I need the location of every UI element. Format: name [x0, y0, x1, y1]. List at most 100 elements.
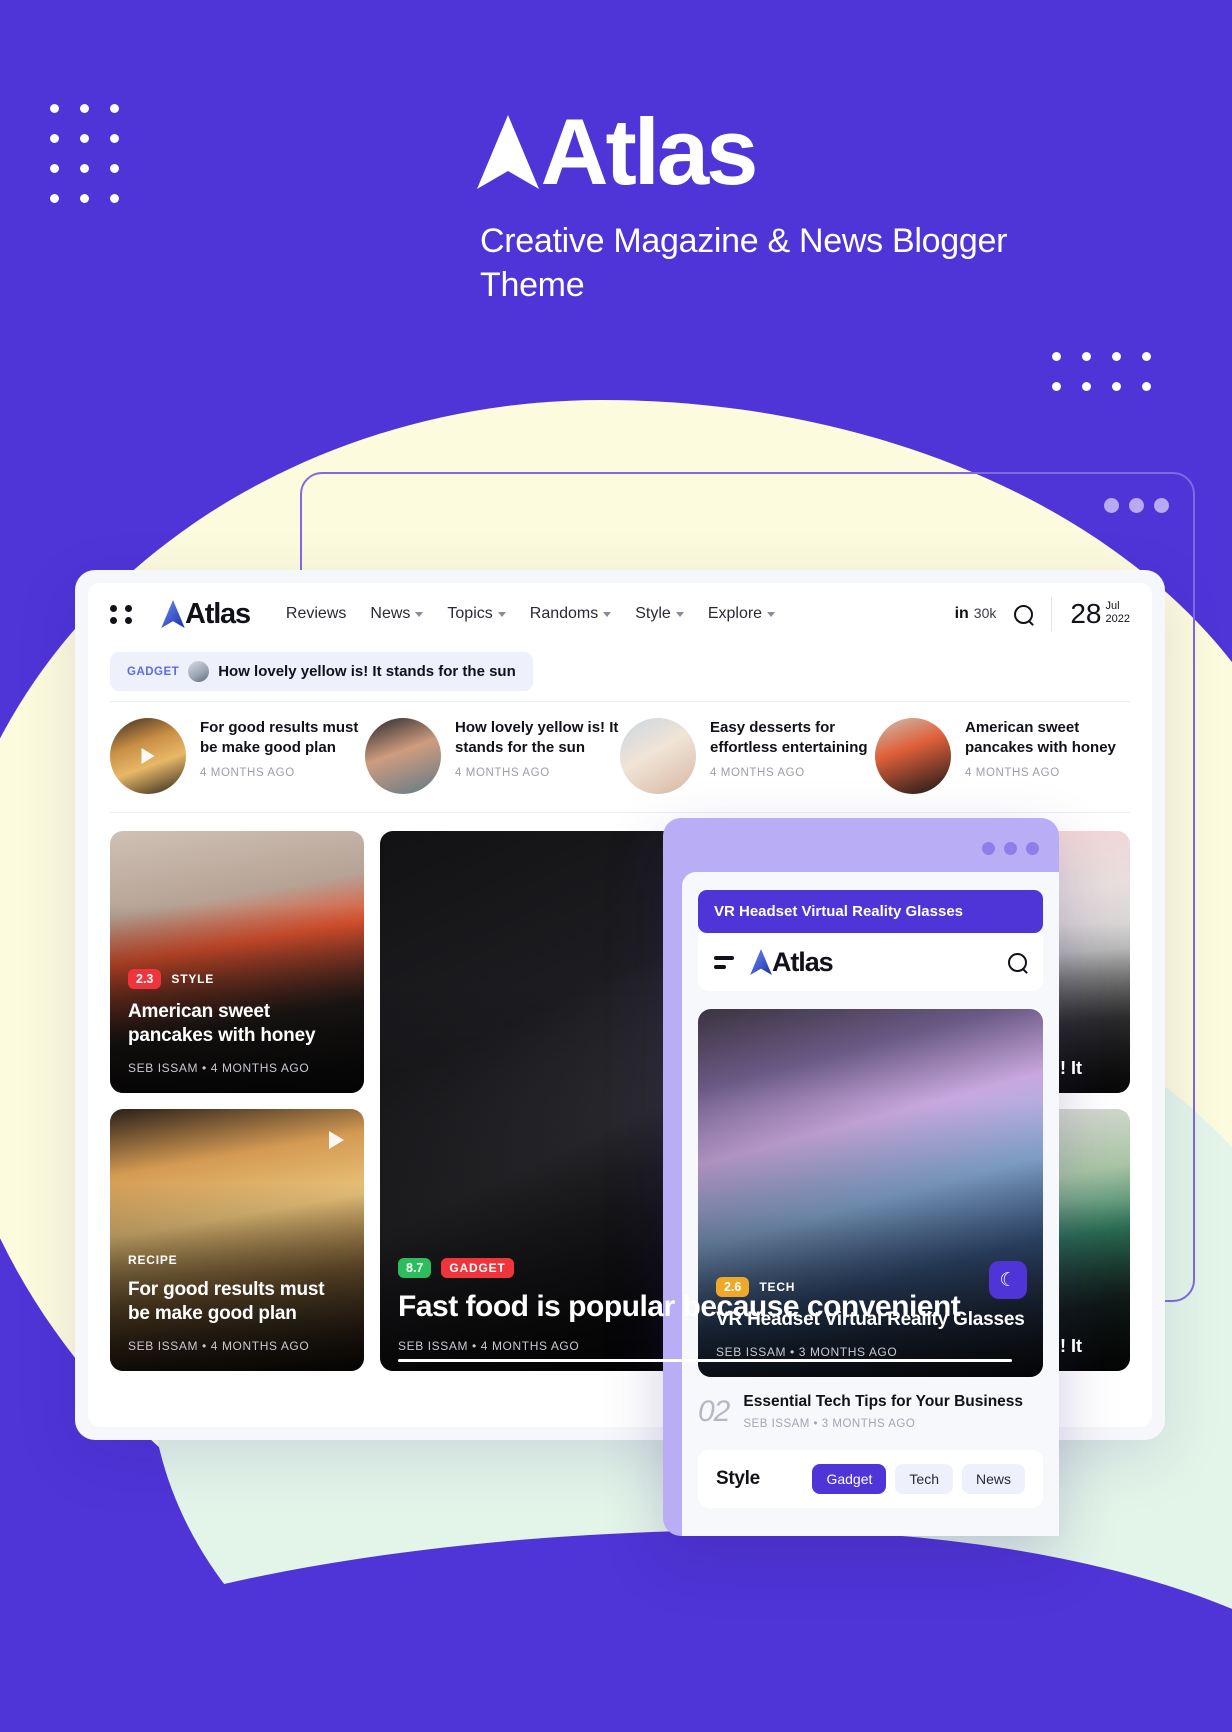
- tab-news[interactable]: News: [961, 1464, 1025, 1494]
- date-year: 2022: [1105, 612, 1130, 625]
- nav-label: Randoms: [529, 605, 599, 622]
- hero-section: Atlas Creative Magazine & News Blogger T…: [0, 0, 1232, 420]
- atlas-mountain-mark-icon: [476, 115, 539, 189]
- brand-logo: Atlas: [476, 99, 759, 204]
- tabs-heading: Style: [716, 1468, 760, 1489]
- phone-category-tabs: Style Gadget Tech News: [698, 1450, 1043, 1508]
- article-thumbnail: [365, 718, 441, 794]
- list-item-number: 02: [698, 1394, 730, 1428]
- phone-list-item[interactable]: 02 Essential Tech Tips for Your Business…: [698, 1393, 1043, 1446]
- strip-item-title: American sweet pancakes with honey: [965, 719, 1116, 756]
- window-dots: [982, 842, 1039, 855]
- article-thumbnail: [620, 718, 696, 794]
- nav-item-topics[interactable]: Topics: [447, 605, 506, 623]
- phone-hero-card[interactable]: ☾ 2.6 TECH VR Headset Virtual Reality Gl…: [698, 1009, 1043, 1377]
- phone-navbar: Atlas: [698, 933, 1043, 991]
- article-thumbnail: [110, 718, 186, 794]
- site-navbar: Atlas Reviews News Topics Randoms Style …: [88, 583, 1152, 645]
- nav-item-news[interactable]: News: [370, 605, 424, 623]
- tab-gadget[interactable]: Gadget: [812, 1464, 887, 1494]
- category-label: TECH: [759, 1279, 796, 1294]
- nav-label: Reviews: [285, 605, 347, 622]
- ticker-item[interactable]: GADGET How lovely yellow is! It stands f…: [110, 652, 533, 691]
- strip-item-title: For good results must be make good plan: [200, 719, 359, 756]
- card-title-fragment: ! It: [1060, 1058, 1082, 1078]
- rating-badge: 8.7: [398, 1258, 432, 1279]
- ticker-thumbnail: [188, 661, 210, 682]
- atlas-mountain-mark-icon: [161, 600, 185, 628]
- atlas-mountain-mark-icon: [750, 949, 772, 975]
- chevron-down-icon: [603, 611, 612, 617]
- article-card-style[interactable]: 2.3 STYLE American sweet pancakes with h…: [110, 831, 364, 1093]
- phone-mockup: VR Headset Virtual Reality Glasses Atlas…: [663, 818, 1059, 1536]
- dot-grid-right: [1052, 352, 1172, 412]
- left-card-column: 2.3 STYLE American sweet pancakes with h…: [110, 831, 364, 1371]
- navbar-brand-name: Atlas: [185, 597, 251, 630]
- window-dots: [1104, 498, 1169, 513]
- tab-tech[interactable]: Tech: [895, 1464, 953, 1494]
- play-icon[interactable]: [329, 1131, 344, 1149]
- purple-wave-blob: [0, 1530, 1232, 1732]
- grid-menu-icon[interactable]: [110, 604, 135, 624]
- progress-underline: [398, 1359, 1012, 1362]
- nav-item-reviews[interactable]: Reviews: [286, 605, 346, 623]
- chevron-down-icon: [415, 611, 424, 617]
- strip-item-title: Easy desserts for effortless entertainin…: [710, 719, 868, 756]
- search-icon[interactable]: [1014, 604, 1034, 624]
- brand-name: Atlas: [540, 99, 759, 204]
- list-item-title: Essential Tech Tips for Your Business: [743, 1393, 1024, 1410]
- card-meta: SEB ISSAM • 4 MONTHS AGO: [128, 1339, 310, 1353]
- phone-brand-name: Atlas: [772, 946, 834, 977]
- linkedin-follower-count[interactable]: in 30k: [955, 605, 997, 623]
- strip-item[interactable]: American sweet pancakes with honey 4 MON…: [875, 718, 1130, 794]
- article-thumbnail: [875, 718, 951, 794]
- brand-block: Atlas Creative Magazine & News Blogger T…: [0, 99, 1232, 307]
- strip-item-date: 4 MONTHS AGO: [710, 766, 805, 779]
- nav-item-style[interactable]: Style: [635, 605, 684, 623]
- strip-item[interactable]: For good results must be make good plan …: [110, 718, 365, 794]
- article-card-recipe[interactable]: RECIPE For good results must be make goo…: [110, 1109, 364, 1371]
- nav-label: Explore: [707, 605, 763, 622]
- card-meta: SEB ISSAM • 4 MONTHS AGO: [128, 1061, 310, 1075]
- nav-item-explore[interactable]: Explore: [707, 605, 776, 623]
- featured-strip: For good results must be make good plan …: [110, 701, 1130, 813]
- date-day: 28: [1070, 598, 1102, 629]
- ticker-headline: How lovely yellow is! It stands for the …: [218, 663, 516, 680]
- moon-icon[interactable]: ☾: [989, 1261, 1027, 1299]
- divider: [1051, 597, 1053, 631]
- phone-screen: VR Headset Virtual Reality Glasses Atlas…: [682, 872, 1059, 1536]
- nav-item-randoms[interactable]: Randoms: [529, 605, 612, 623]
- strip-item-date: 4 MONTHS AGO: [965, 766, 1060, 779]
- card-badges: RECIPE: [128, 1253, 346, 1267]
- card-title: For good results must be make good plan: [128, 1278, 325, 1324]
- linkedin-icon: in: [954, 605, 969, 622]
- strip-item-title: How lovely yellow is! It stands for the …: [455, 719, 619, 756]
- current-date: 28 Jul 2022: [1070, 600, 1130, 628]
- navbar-links: Reviews News Topics Randoms Style Explor…: [286, 605, 776, 623]
- search-icon[interactable]: [1008, 952, 1027, 972]
- card-title: American sweet pancakes with honey: [128, 1000, 316, 1046]
- category-label: RECIPE: [128, 1252, 178, 1267]
- card-badges: 8.7 GADGET: [398, 1258, 1012, 1279]
- nav-label: Topics: [447, 605, 493, 622]
- card-title: VR Headset Virtual Reality Glasses: [716, 1308, 1025, 1330]
- category-badge: GADGET: [441, 1258, 514, 1279]
- navbar-logo[interactable]: Atlas: [161, 597, 251, 630]
- phone-logo[interactable]: Atlas: [750, 946, 834, 977]
- strip-item-date: 4 MONTHS AGO: [200, 766, 295, 779]
- phone-banner[interactable]: VR Headset Virtual Reality Glasses: [698, 890, 1043, 933]
- news-ticker: GADGET How lovely yellow is! It stands f…: [88, 645, 1152, 697]
- nav-label: News: [370, 605, 411, 622]
- navbar-actions: in 30k 28 Jul 2022: [955, 597, 1130, 631]
- nav-label: Style: [635, 605, 671, 622]
- strip-item[interactable]: Easy desserts for effortless entertainin…: [620, 718, 875, 794]
- strip-item[interactable]: How lovely yellow is! It stands for the …: [365, 718, 620, 794]
- hamburger-menu-icon[interactable]: [714, 955, 734, 969]
- date-month: Jul: [1105, 600, 1120, 612]
- list-item-meta: SEB ISSAM • 3 MONTHS AGO: [743, 1418, 916, 1430]
- chevron-down-icon: [767, 611, 776, 617]
- chevron-down-icon: [675, 611, 684, 617]
- ticker-category: GADGET: [127, 665, 180, 678]
- category-label: STYLE: [171, 971, 215, 986]
- rating-badge: 2.3: [128, 968, 162, 989]
